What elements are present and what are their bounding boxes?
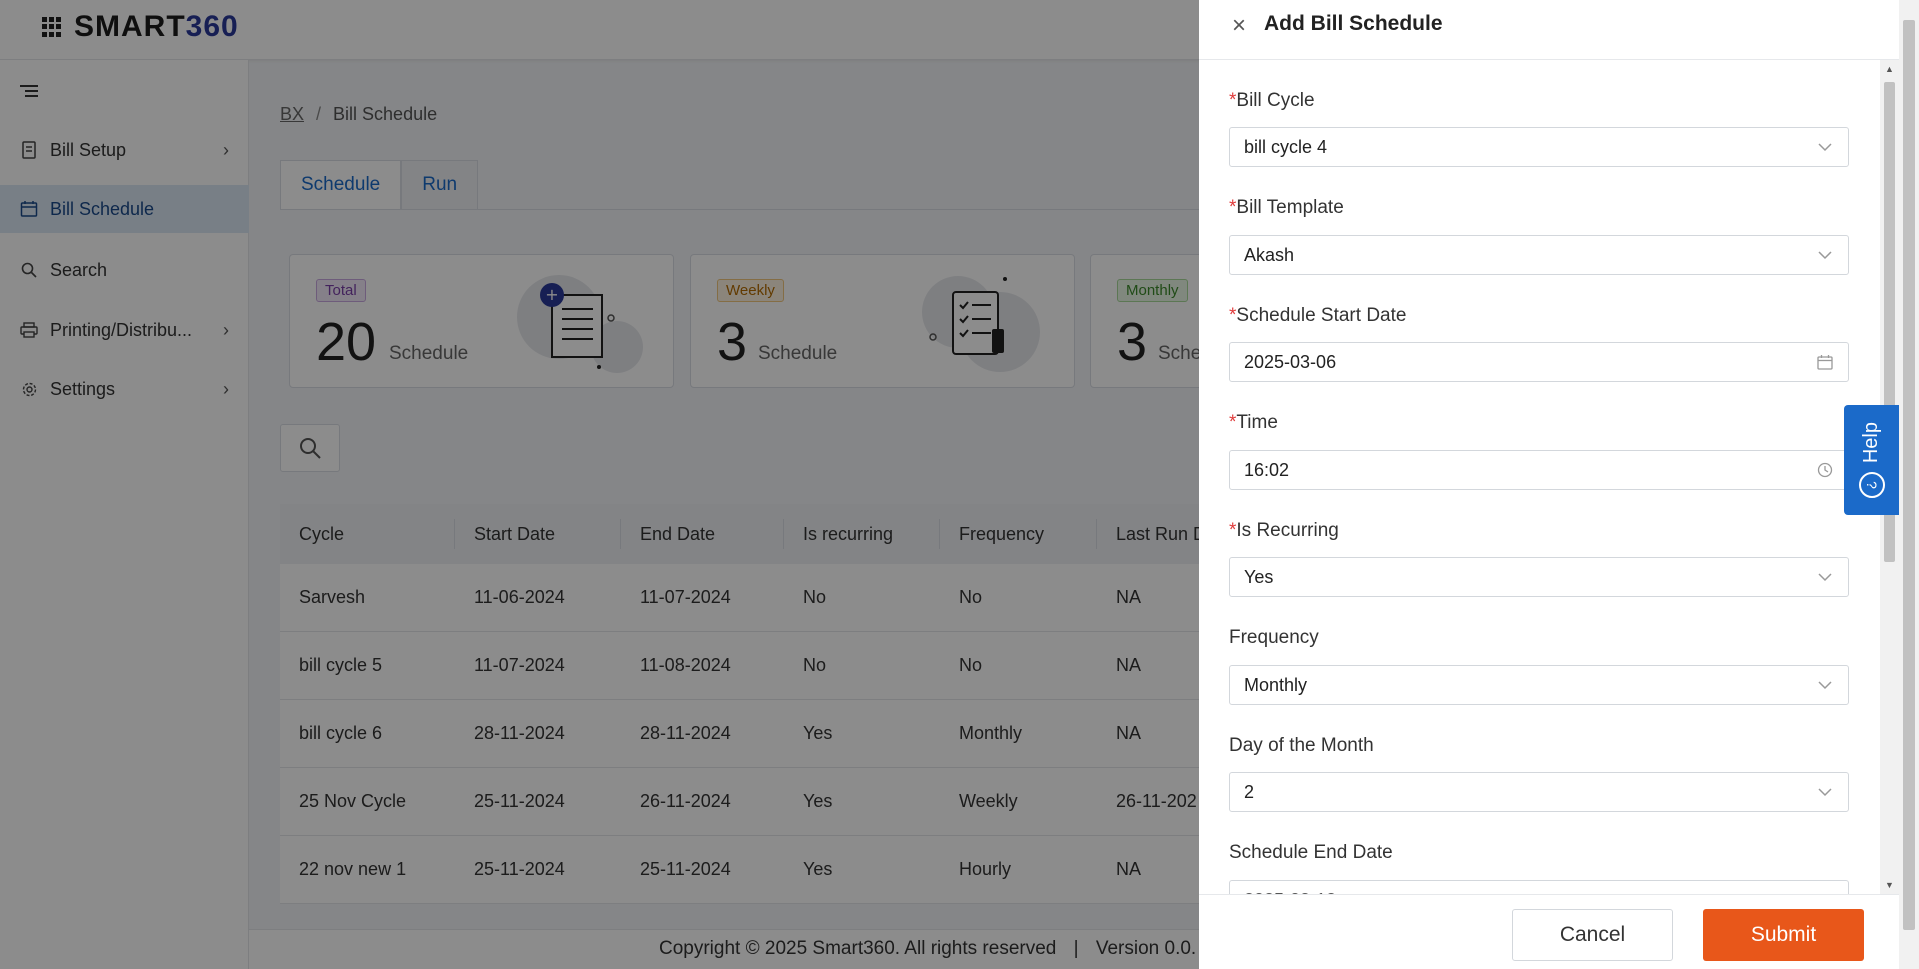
clock-icon[interactable] [1816,461,1834,479]
help-tab[interactable]: Help ? [1844,405,1899,515]
schedule-end-date-field[interactable]: 2025-03-13 [1229,880,1849,894]
day-of-month-label: Day of the Month [1229,735,1374,756]
add-bill-schedule-drawer: × Add Bill Schedule *Bill Cycle bill cyc… [1199,0,1899,969]
time-field[interactable]: 16:02 [1229,450,1849,490]
scrollbar-thumb[interactable] [1903,20,1915,930]
scroll-up-arrow-icon[interactable]: ▲ [1885,64,1894,74]
chevron-down-icon [1816,568,1834,586]
chevron-down-icon [1816,138,1834,156]
bill-schedule-form: *Bill Cycle bill cycle 4 *Bill Template … [1229,60,1849,894]
chevron-down-icon [1816,676,1834,694]
help-icon: ? [1858,471,1885,498]
calendar-icon[interactable] [1816,353,1834,371]
page-scrollbar[interactable] [1899,0,1919,969]
cancel-button[interactable]: Cancel [1512,909,1673,961]
drawer-title: Add Bill Schedule [1264,12,1443,35]
is-recurring-label: *Is Recurring [1229,520,1339,541]
schedule-end-date-label: Schedule End Date [1229,842,1393,863]
drawer-footer: Cancel Submit [1199,894,1899,969]
frequency-label: Frequency [1229,627,1319,648]
bill-cycle-label: *Bill Cycle [1229,90,1315,111]
bill-cycle-select[interactable]: bill cycle 4 [1229,127,1849,167]
time-label: *Time [1229,412,1278,433]
schedule-start-date-field[interactable]: 2025-03-06 [1229,342,1849,382]
bill-template-select[interactable]: Akash [1229,235,1849,275]
bill-template-label: *Bill Template [1229,197,1344,218]
day-of-month-select[interactable]: 2 [1229,772,1849,812]
help-label: Help [1860,422,1882,464]
close-icon[interactable]: × [1227,14,1251,38]
scroll-down-arrow-icon[interactable]: ▼ [1885,880,1894,890]
chevron-down-icon [1816,783,1834,801]
chevron-down-icon [1816,246,1834,264]
is-recurring-select[interactable]: Yes [1229,557,1849,597]
drawer-header: × Add Bill Schedule [1199,0,1899,60]
submit-button[interactable]: Submit [1703,909,1864,961]
schedule-start-date-label: *Schedule Start Date [1229,305,1407,326]
frequency-select[interactable]: Monthly [1229,665,1849,705]
